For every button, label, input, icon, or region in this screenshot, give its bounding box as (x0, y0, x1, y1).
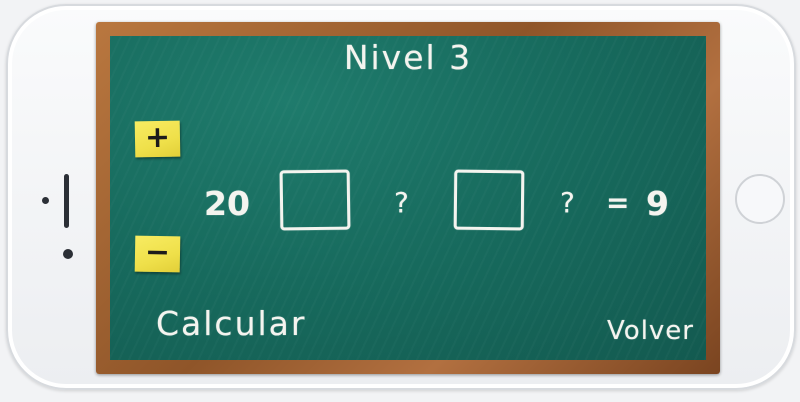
equation-left-value: 20 (204, 184, 250, 223)
chalkboard: Nivel 3 + − 20 ? ? = 9 Calcular Volver (110, 36, 706, 360)
operator-slot-2[interactable]: ? (560, 186, 575, 219)
earpiece-speaker (64, 174, 69, 228)
equals-sign: = (606, 186, 630, 219)
chalkboard-frame: Nivel 3 + − 20 ? ? = 9 Calcular Volver (96, 22, 720, 374)
answer-box-2[interactable] (453, 169, 525, 231)
equation-result: 9 (646, 184, 669, 223)
increase-button[interactable]: + (134, 120, 181, 158)
back-button[interactable]: Volver (607, 316, 694, 346)
home-button-icon[interactable] (735, 174, 785, 224)
decrease-button[interactable]: − (134, 235, 181, 273)
front-sensor-dot (42, 197, 49, 204)
calculate-button[interactable]: Calcular (156, 304, 306, 343)
answer-box-1[interactable] (279, 169, 351, 231)
level-title: Nivel 3 (343, 38, 473, 77)
operator-slot-1[interactable]: ? (394, 186, 409, 219)
front-camera-dot (63, 249, 73, 259)
